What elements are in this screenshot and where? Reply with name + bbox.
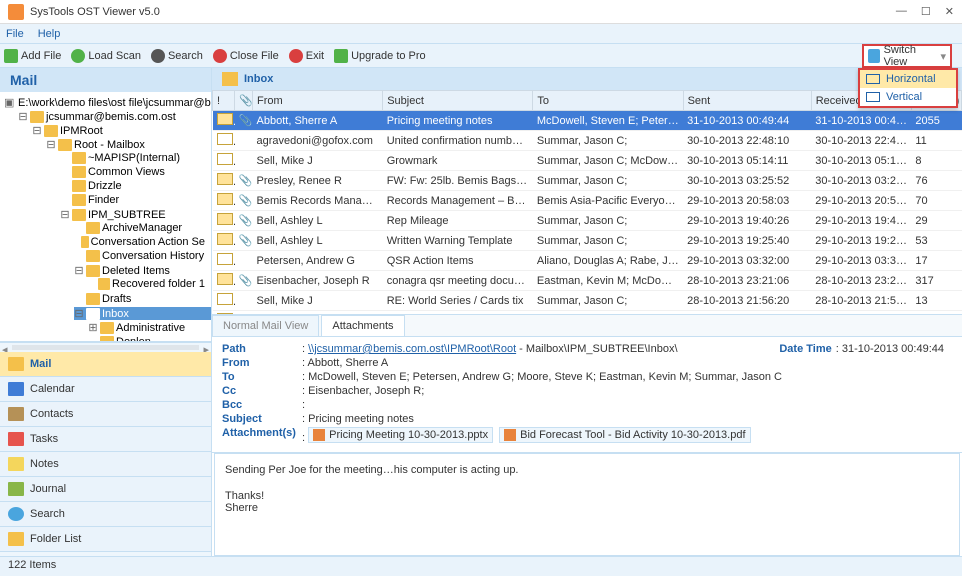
arrow-up-icon (334, 49, 348, 63)
nav-journal[interactable]: Journal (0, 477, 211, 502)
envelope-icon (217, 213, 233, 225)
envelope-icon (217, 293, 233, 305)
layout-icon (868, 49, 880, 63)
col-sent[interactable]: Sent (683, 91, 811, 111)
tree-ipm-subtree[interactable]: ⊟IPM_SUBTREE (60, 208, 211, 221)
message-row[interactable]: Petersen, Andrew GQSR Action ItemsAliano… (213, 251, 962, 271)
message-row[interactable]: Sell, Mike JRE: World Series / Cards tix… (213, 291, 962, 311)
envelope-icon (217, 273, 233, 285)
message-row[interactable]: 📎Bemis Records Manageme…Records Manageme… (213, 191, 962, 211)
tab-attachments[interactable]: Attachments (321, 315, 404, 336)
window-title: SysTools OST Viewer v5.0 (30, 6, 896, 18)
nav-search[interactable]: Search (0, 502, 211, 527)
nav-notes[interactable]: Notes (0, 452, 211, 477)
col-icon[interactable]: ! (213, 91, 235, 111)
tree-recovered[interactable]: Recovered folder 1 (88, 278, 211, 290)
col-attach[interactable]: 📎 (235, 91, 253, 111)
tree-deleted[interactable]: ⊟Deleted Items (74, 264, 211, 277)
add-file-button[interactable]: Add File (4, 49, 61, 63)
search-button[interactable]: Search (151, 49, 203, 63)
menu-file[interactable]: File (6, 28, 24, 40)
tree-common[interactable]: Common Views (60, 166, 211, 178)
col-subject[interactable]: Subject (383, 91, 533, 111)
tree-drafts[interactable]: Drafts (74, 293, 211, 305)
switch-horizontal[interactable]: Horizontal (860, 70, 956, 88)
left-pane-header: Mail (0, 68, 211, 92)
envelope-icon (217, 233, 233, 245)
close-file-button[interactable]: Close File (213, 49, 279, 63)
tree-archive[interactable]: ArchiveManager (74, 222, 211, 234)
switch-vertical[interactable]: Vertical (860, 88, 956, 106)
load-scan-button[interactable]: Load Scan (71, 49, 141, 63)
envelope-icon (217, 253, 233, 265)
menu-bar: File Help (0, 24, 962, 44)
tree-convaction[interactable]: Conversation Action Se (74, 236, 211, 248)
status-bar: 122 Items (0, 556, 962, 576)
message-row[interactable]: 📎Presley, Renee RFW: Fw: 25lb. Bemis Bag… (213, 171, 962, 191)
nav-folderlist[interactable]: Folder List (0, 527, 211, 552)
app-icon (8, 4, 24, 20)
tree-drizzle[interactable]: Drizzle (60, 180, 211, 192)
x-icon (213, 49, 227, 63)
title-bar: SysTools OST Viewer v5.0 — ☐ ✕ (0, 0, 962, 24)
nav-contacts[interactable]: Contacts (0, 402, 211, 427)
list-header: Inbox (212, 68, 962, 90)
envelope-icon (217, 133, 233, 145)
nav-mail[interactable]: Mail (0, 352, 211, 377)
tree-root-mailbox[interactable]: ⊟Root - Mailbox (46, 138, 211, 151)
tab-normal-view[interactable]: Normal Mail View (212, 315, 319, 336)
message-row[interactable]: agravedoni@gofox.comUnited confirmation … (213, 131, 962, 151)
detail-path-link[interactable]: \\jcsummar@bemis.com.ost\IPMRoot\Root (308, 343, 516, 355)
tree-convhistory[interactable]: Conversation History (74, 250, 211, 262)
attachment-2[interactable]: Bid Forecast Tool - Bid Activity 10-30-2… (499, 427, 750, 443)
tree-admin[interactable]: ⊞Administrative (88, 321, 211, 334)
search-icon (151, 49, 165, 63)
col-from[interactable]: From (253, 91, 383, 111)
tree-ipmroot[interactable]: ⊟IPMRoot (32, 124, 211, 137)
upgrade-button[interactable]: Upgrade to Pro (334, 49, 426, 63)
message-details: Date Time: 31-10-2013 00:49:44 Path: \\j… (212, 337, 962, 453)
envelope-icon (217, 153, 233, 165)
tree-file[interactable]: ⊟jcsummar@bemis.com.ost (18, 110, 211, 123)
envelope-icon (217, 193, 233, 205)
tree-mapisp[interactable]: ~MAPISP(Internal) (60, 152, 211, 164)
message-body: Sending Per Joe for the meeting…his comp… (214, 453, 960, 556)
x-icon (289, 49, 303, 63)
preview-tabs: Normal Mail View Attachments (212, 315, 962, 337)
folder-tree[interactable]: ▣E:\work\demo files\ost file\jcsummar@b … (0, 92, 211, 342)
toolbar: Add File Load Scan Search Close File Exi… (0, 44, 962, 68)
message-grid[interactable]: ! 📎 From Subject To Sent Received Size(K… (212, 90, 962, 315)
maximize-button[interactable]: ☐ (921, 5, 931, 18)
nav-tasks[interactable]: Tasks (0, 427, 211, 452)
exit-button[interactable]: Exit (289, 49, 324, 63)
tree-finder[interactable]: Finder (60, 194, 211, 206)
col-to[interactable]: To (533, 91, 683, 111)
message-row[interactable]: 📎Eisenbacher, Joseph Rconagra qsr meetin… (213, 271, 962, 291)
message-row[interactable]: 📎Bell, Ashley LWritten Warning TemplateS… (213, 231, 962, 251)
tree-inbox[interactable]: ⊟Inbox (74, 307, 211, 320)
message-row[interactable]: Sell, Mike JGrowmarkSummar, Jason C; McD… (213, 151, 962, 171)
message-row[interactable]: 📎Abbott, Sherre APricing meeting notesMc… (213, 111, 962, 131)
message-row[interactable]: 📎Bell, Ashley LRep MileageSummar, Jason … (213, 211, 962, 231)
envelope-icon (217, 173, 233, 185)
minimize-button[interactable]: — (896, 5, 907, 18)
switch-view-menu: Horizontal Vertical (858, 68, 958, 108)
envelope-icon (217, 113, 233, 125)
tree-root[interactable]: ▣E:\work\demo files\ost file\jcsummar@b (4, 96, 211, 109)
menu-help[interactable]: Help (38, 28, 61, 40)
plus-icon (4, 49, 18, 63)
attachment-1[interactable]: Pricing Meeting 10-30-2013.pptx (308, 427, 493, 443)
nav-calendar[interactable]: Calendar (0, 377, 211, 402)
close-window-button[interactable]: ✕ (945, 5, 954, 18)
tree-scrollbar[interactable]: ◂▸ (0, 342, 211, 352)
switch-view-dropdown[interactable]: Switch View Horizontal Vertical (862, 44, 952, 68)
refresh-icon (71, 49, 85, 63)
